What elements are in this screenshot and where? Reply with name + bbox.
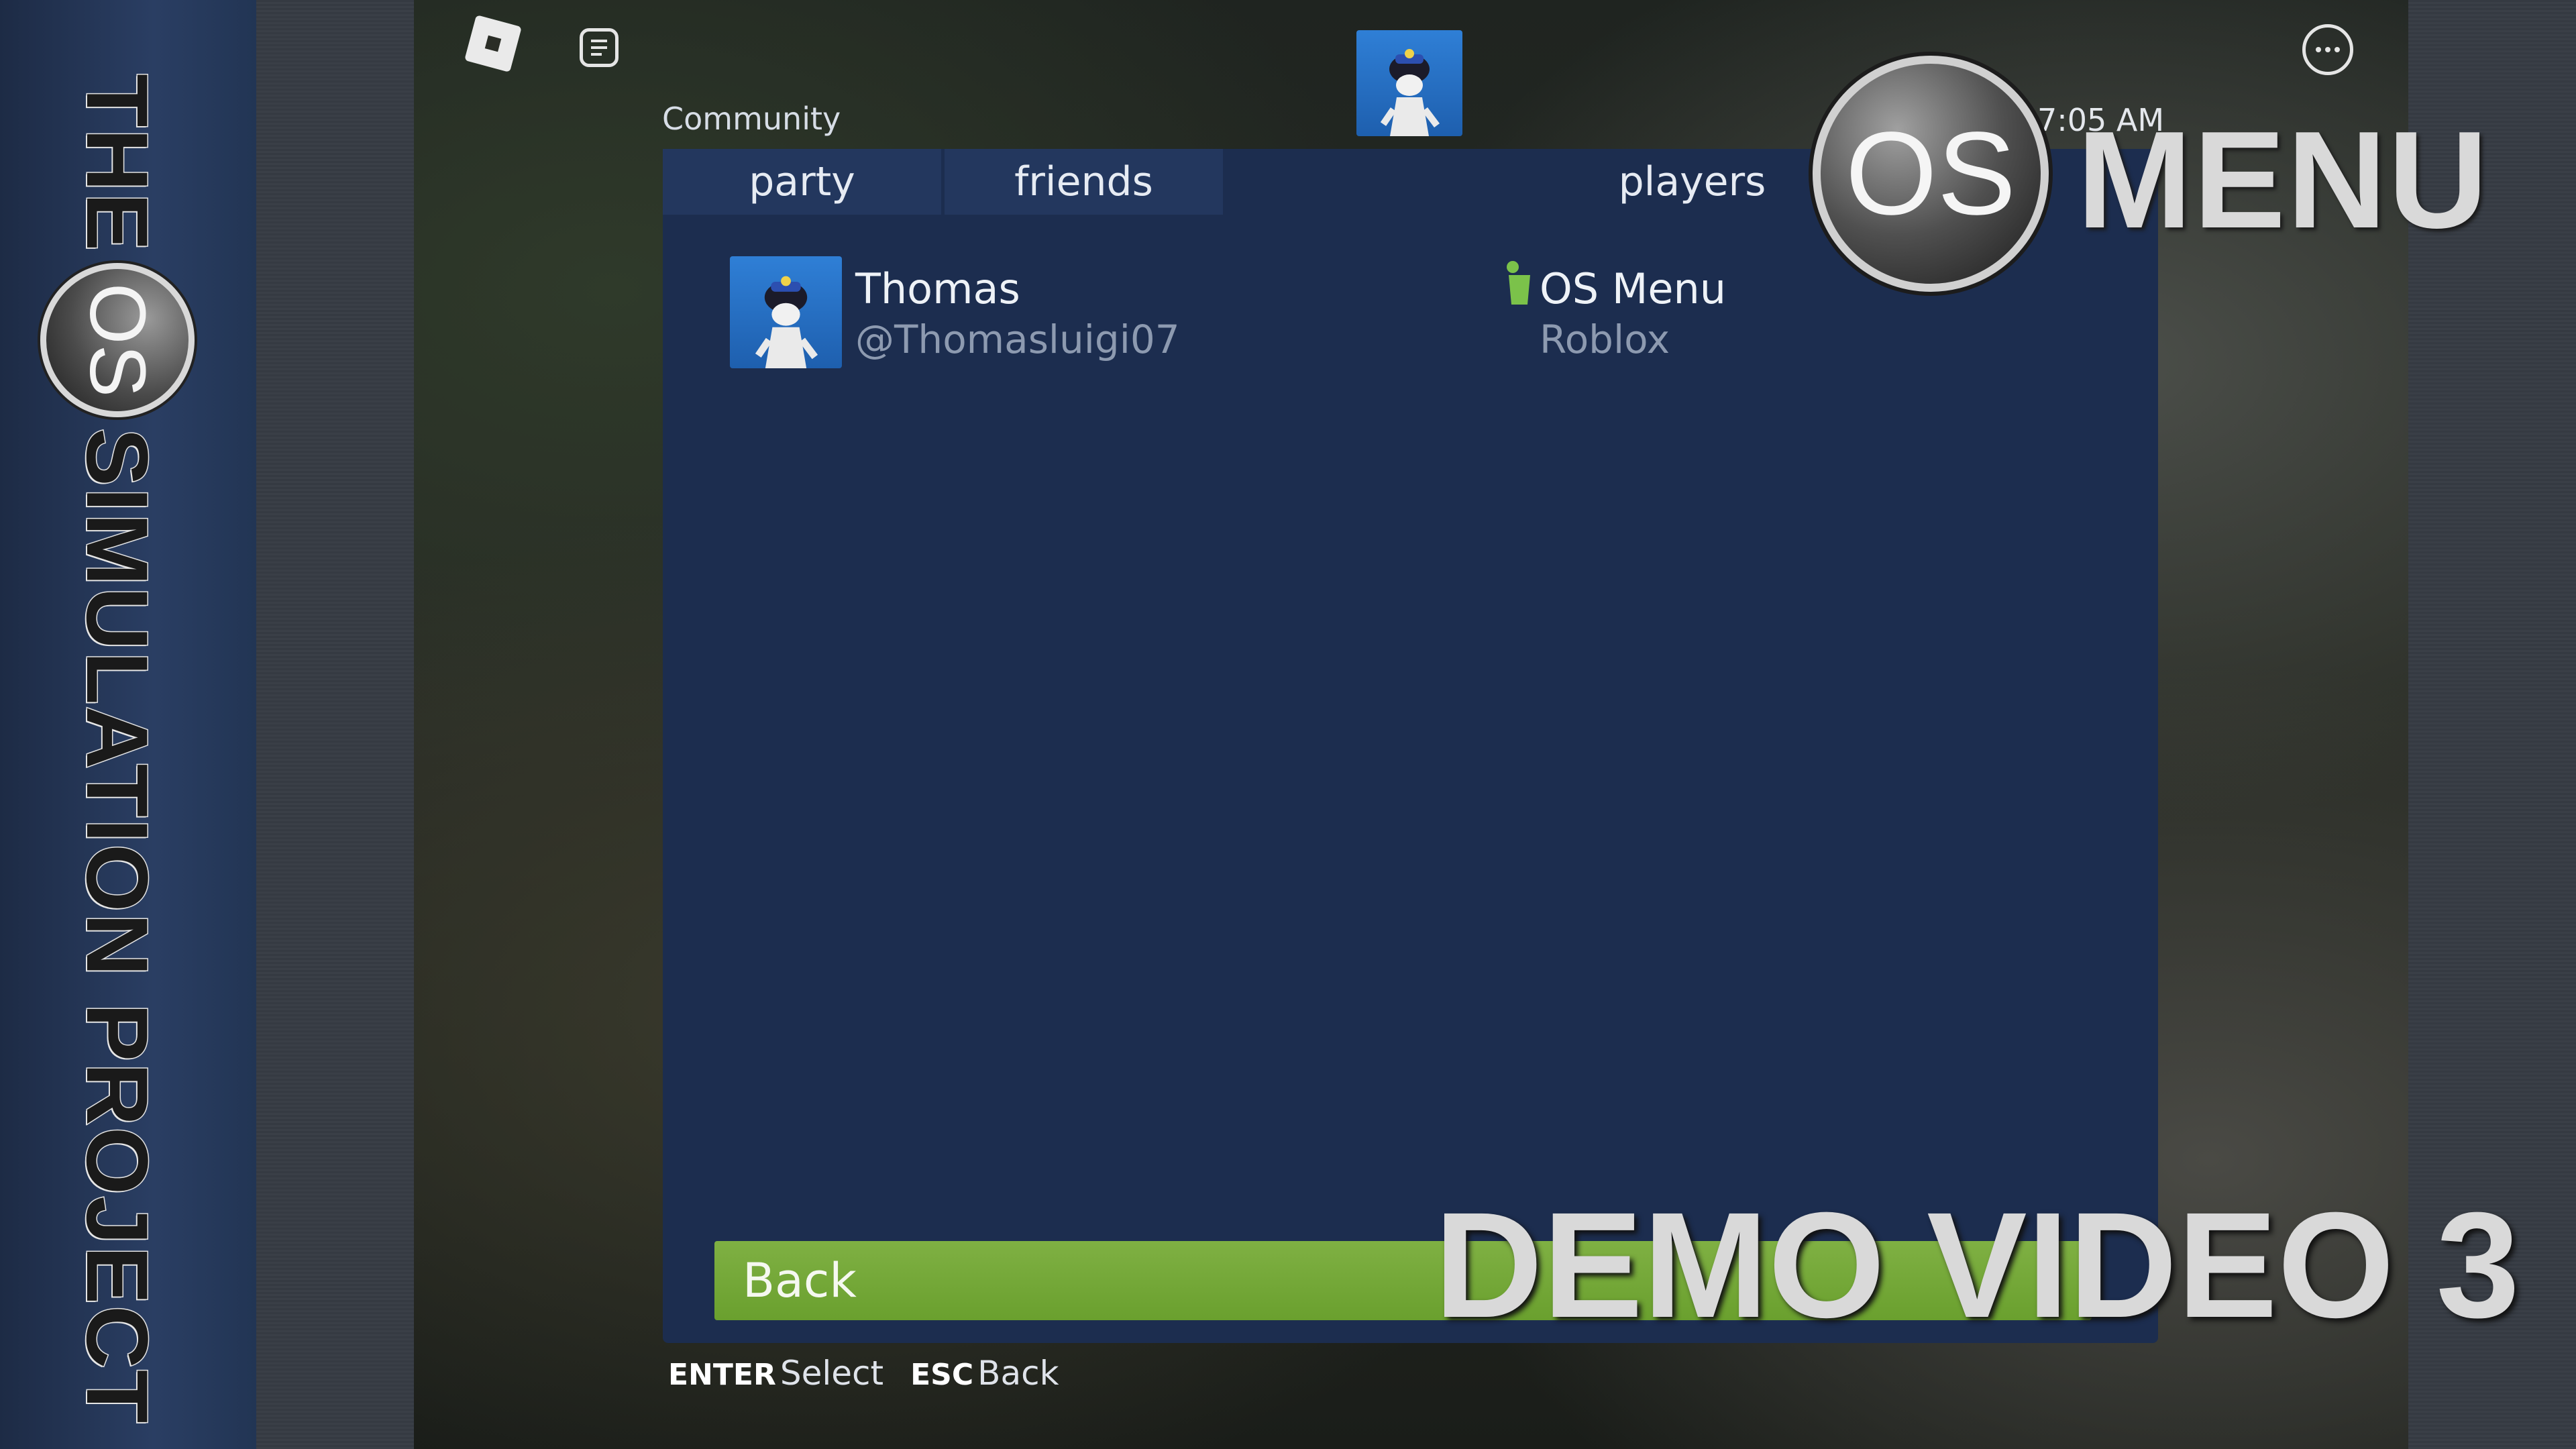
chat-icon[interactable] (580, 28, 619, 67)
hint-key: ENTER (668, 1358, 776, 1392)
avatar-character-icon (755, 276, 818, 368)
tab-party[interactable]: party (663, 149, 941, 215)
banner-suffix: SIMULATION PROJECT (68, 427, 168, 1426)
top-avatar[interactable] (1356, 30, 1462, 136)
banner-os-badge: OS (40, 263, 195, 417)
left-pillar (256, 0, 414, 1449)
control-hints: ENTER Select ESC Back (668, 1354, 1059, 1393)
presence-game-name: OS Menu (1540, 264, 1727, 313)
tab-friends[interactable]: friends (945, 149, 1223, 215)
menu-title: MENU (2077, 103, 2489, 257)
hint-esc: ESC Back (910, 1354, 1059, 1393)
banner-prefix: THE (68, 73, 168, 254)
back-button-label: Back (743, 1253, 857, 1308)
player-display-name: Thomas (855, 264, 1020, 313)
banner-badge-text: OS (73, 282, 162, 398)
hint-enter: ENTER Select (668, 1354, 883, 1393)
player-username: @Thomasluigi07 (855, 317, 1180, 362)
demo-video-title: DEMO VIDEO 3 (1434, 1181, 2520, 1349)
avatar-character-icon (1380, 49, 1440, 136)
banner-title: THE OS SIMULATION PROJECT (40, 73, 195, 1426)
community-panel: party friends players Thomas @Thomasluig… (663, 149, 2158, 1343)
left-title-banner: THE OS SIMULATION PROJECT (0, 0, 256, 1449)
os-menu-badge: OS (1813, 56, 2049, 292)
roblox-logo-icon[interactable] (464, 15, 522, 72)
in-game-presence-icon (1507, 261, 1530, 305)
more-options-icon[interactable] (2302, 24, 2353, 75)
hint-key: ESC (910, 1358, 974, 1392)
player-avatar (730, 256, 842, 368)
community-label: Community (662, 101, 841, 137)
hint-action: Back (977, 1354, 1059, 1393)
presence-platform: Roblox (1540, 317, 1670, 362)
hint-action: Select (780, 1354, 884, 1393)
os-badge-text: OS (1845, 108, 2017, 239)
